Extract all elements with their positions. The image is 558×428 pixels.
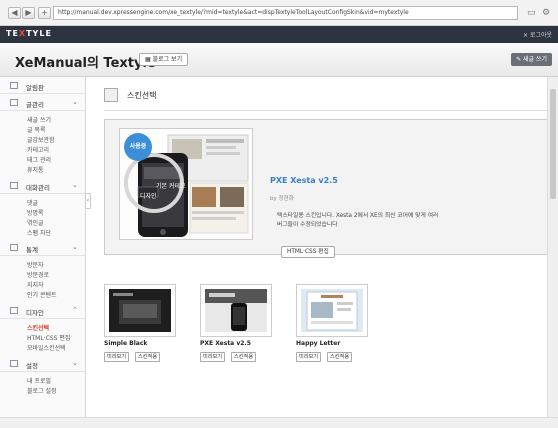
sidebar-group-posts[interactable]: 글관리 ⌄ [0, 94, 86, 111]
sidebar-item-trash[interactable]: 휴지통 [27, 165, 44, 174]
page-icon[interactable]: ▭ [527, 7, 536, 19]
sidebar-item-trackbacks[interactable]: 엮인글 [27, 218, 44, 227]
sidebar-item-post-list[interactable]: 글 목록 [27, 125, 45, 134]
skin-thumbnail[interactable] [296, 284, 368, 337]
skin-name: PXE Xesta v2.5 [200, 340, 251, 347]
sidebar-item-referrers[interactable]: 방문경로 [27, 270, 49, 279]
sidebar-item-drafts[interactable]: 글감보관함 [27, 135, 55, 144]
view-blog-button[interactable]: ▦ 블로그 보기 [139, 53, 189, 66]
sidebar-item-visitors[interactable]: 방문자 [27, 260, 44, 269]
back-button[interactable]: ◀ [8, 7, 21, 19]
chevron-down-icon[interactable]: ⌄ [72, 243, 78, 251]
document-icon [10, 99, 18, 106]
skin-thumbnail[interactable] [104, 284, 176, 337]
wrench-icon[interactable]: ⚙ [542, 7, 550, 19]
chart-icon [10, 244, 18, 251]
current-skin-description: 텍스타일용 스킨입니다. Xesta 2에서 XE의 최신 코어에 맞게 여러 … [277, 213, 439, 228]
browser-toolbar: ◀ ▶ + http://manual.dev.xpressengine.com… [0, 0, 558, 26]
chevron-down-icon[interactable]: ⌄ [72, 98, 78, 106]
thumb-caption-bottom: 디자인 [140, 193, 157, 200]
logout-link[interactable]: × 로그아웃 [523, 30, 552, 39]
address-bar[interactable]: http://manual.dev.xpressengine.com/xe_te… [53, 6, 518, 20]
apply-skin-button[interactable]: 스킨적용 [231, 352, 257, 362]
write-post-button[interactable]: ✎ 새글 쓰기 [511, 53, 552, 66]
palette-icon [10, 307, 18, 314]
sidebar-group-design[interactable]: 디자인 ⌃ [0, 302, 86, 319]
page-title: 스킨선택 [127, 91, 157, 100]
new-tab-button[interactable]: + [38, 7, 51, 19]
sidebar-item-spam[interactable]: 스팸 차단 [27, 228, 51, 237]
speech-bubble-icon [10, 182, 18, 189]
skin-thumbnail[interactable] [200, 284, 272, 337]
current-skin-name[interactable]: PXE Xesta v2.5 [270, 176, 338, 185]
textyle-logo[interactable]: TEXTYLE [6, 29, 52, 38]
skin-name: Simple Black [104, 340, 148, 347]
dashboard-icon [10, 82, 18, 89]
sidebar-item-profile[interactable]: 내 프로필 [27, 376, 51, 385]
edit-html-css-button[interactable]: HTML·CSS 편집 [281, 246, 335, 258]
main-content: 스킨선택 사용중 기본 커테고 디자인 PXE Xesta v2.5 by 정현… [87, 77, 558, 417]
sidebar-item-new-post[interactable]: 새글 쓰기 [27, 115, 51, 124]
current-skin-thumbnail: 사용중 기본 커테고 디자인 [119, 128, 253, 240]
sidebar-item-blog-settings[interactable]: 블로그 설정 [27, 386, 57, 395]
chevron-down-icon[interactable]: ⌄ [72, 359, 78, 367]
gear-icon [10, 360, 18, 367]
skin-icon [104, 88, 118, 102]
sidebar-group-stats[interactable]: 통계 ⌄ [0, 239, 86, 256]
blog-header: XeManual의 Textyle ▦ 블로그 보기 ✎ 새글 쓰기 [0, 43, 558, 77]
sidebar-item-html-css[interactable]: HTML·CSS 편집 [27, 333, 70, 342]
horizontal-scrollbar[interactable] [0, 417, 558, 428]
sidebar-item-tags[interactable]: 태그 관리 [27, 155, 51, 164]
sidebar: 알림판 글관리 ⌄ 새글 쓰기 글 목록 글감보관함 카테고리 태그 관리 휴지… [0, 77, 86, 417]
thumb-caption-top: 기본 커테고 [156, 183, 186, 190]
chevron-up-icon[interactable]: ⌃ [72, 306, 78, 314]
sidebar-item-skin-select[interactable]: 스킨선택 [27, 323, 49, 332]
current-skin-author: by 정현화 [270, 196, 294, 202]
sidebar-group-comments[interactable]: 대화관리 ⌄ [0, 177, 86, 194]
current-skin-panel: 사용중 기본 커테고 디자인 PXE Xesta v2.5 by 정현화 텍스타… [104, 119, 558, 258]
divider [104, 110, 557, 111]
chevron-down-icon[interactable]: ⌄ [72, 181, 78, 189]
sidebar-item-dashboard[interactable]: 알림판 [0, 77, 86, 94]
sidebar-item-supporters[interactable]: 지지자 [27, 280, 44, 289]
preview-button[interactable]: 미리보기 [200, 352, 226, 362]
blog-title: XeManual의 Textyle [15, 56, 156, 71]
sidebar-item-popular[interactable]: 인기 콘텐트 [27, 290, 57, 299]
preview-button[interactable]: 미리보기 [104, 352, 130, 362]
apply-skin-button[interactable]: 스킨적용 [135, 352, 161, 362]
apply-skin-button[interactable]: 스킨적용 [327, 352, 353, 362]
vertical-scrollbar[interactable] [547, 77, 558, 417]
sidebar-item-guestbook[interactable]: 방명록 [27, 208, 44, 217]
sidebar-item-mobile-skin[interactable]: 모바일스킨선택 [27, 343, 66, 352]
vertical-scroll-thumb[interactable] [550, 89, 556, 199]
forward-button[interactable]: ▶ [22, 7, 35, 19]
app-top-bar: TEXTYLE × 로그아웃 [0, 26, 558, 43]
preview-button[interactable]: 미리보기 [296, 352, 322, 362]
sidebar-item-comments[interactable]: 댓글 [27, 198, 38, 207]
sidebar-item-category[interactable]: 카테고리 [27, 145, 49, 154]
in-use-badge: 사용중 [124, 133, 152, 161]
sidebar-group-settings[interactable]: 설정 ⌄ [0, 355, 86, 372]
skin-name: Happy Letter [296, 340, 341, 347]
